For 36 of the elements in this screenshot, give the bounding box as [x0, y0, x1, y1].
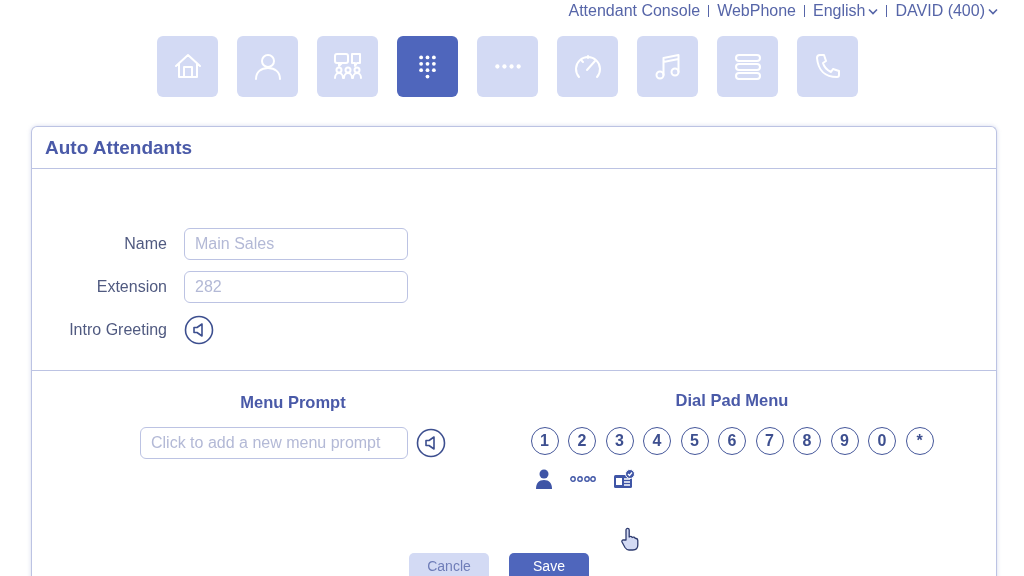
top-link[interactable]: Attendant Console [560, 2, 709, 20]
dial-key[interactable]: 2 [568, 427, 596, 455]
dial-key[interactable]: 9 [830, 427, 859, 455]
hand-cursor-icon [620, 527, 640, 551]
dots-icon [494, 64, 521, 69]
save-button[interactable]: Save [509, 553, 589, 576]
dial-key[interactable]: 0 [868, 427, 896, 455]
top-link[interactable]: WebPhone [709, 2, 804, 20]
speaker-icon[interactable] [416, 428, 446, 458]
dial-key[interactable]: 8 [793, 427, 821, 455]
dial-key[interactable]: * [905, 427, 934, 455]
speaker-icon[interactable] [184, 315, 214, 345]
dial-key[interactable]: 4 [643, 427, 671, 455]
text-field[interactable]: 282 [184, 271, 408, 303]
field-label: Extension [96, 278, 167, 296]
dialpad-icon [419, 54, 436, 79]
dial-key[interactable]: 6 [718, 427, 746, 455]
menu-prompt-field[interactable]: Click to add a new menu prompt [140, 427, 408, 459]
field-label: Intro Greeting [69, 321, 167, 339]
panel-title: Auto Attendants [32, 127, 996, 169]
dial-key[interactable]: 3 [605, 427, 634, 455]
section-heading: Menu Prompt [240, 393, 346, 413]
dots-icon[interactable] [570, 476, 596, 482]
caret-icon [868, 7, 879, 15]
contact-card-icon[interactable] [613, 469, 635, 489]
top-link[interactable]: English [805, 2, 887, 20]
dial-key[interactable]: 1 [530, 427, 559, 455]
text-field[interactable]: Main Sales [184, 228, 408, 260]
caret-icon [988, 7, 998, 15]
section-heading: Dial Pad Menu [675, 391, 789, 411]
user-icon[interactable] [535, 469, 553, 489]
dial-key[interactable]: 7 [755, 427, 784, 455]
top-link[interactable]: DAVID (400) [887, 2, 1006, 20]
nav-tab[interactable] [397, 36, 458, 97]
field-label: Name [124, 235, 167, 253]
dial-key[interactable]: 5 [680, 427, 709, 455]
